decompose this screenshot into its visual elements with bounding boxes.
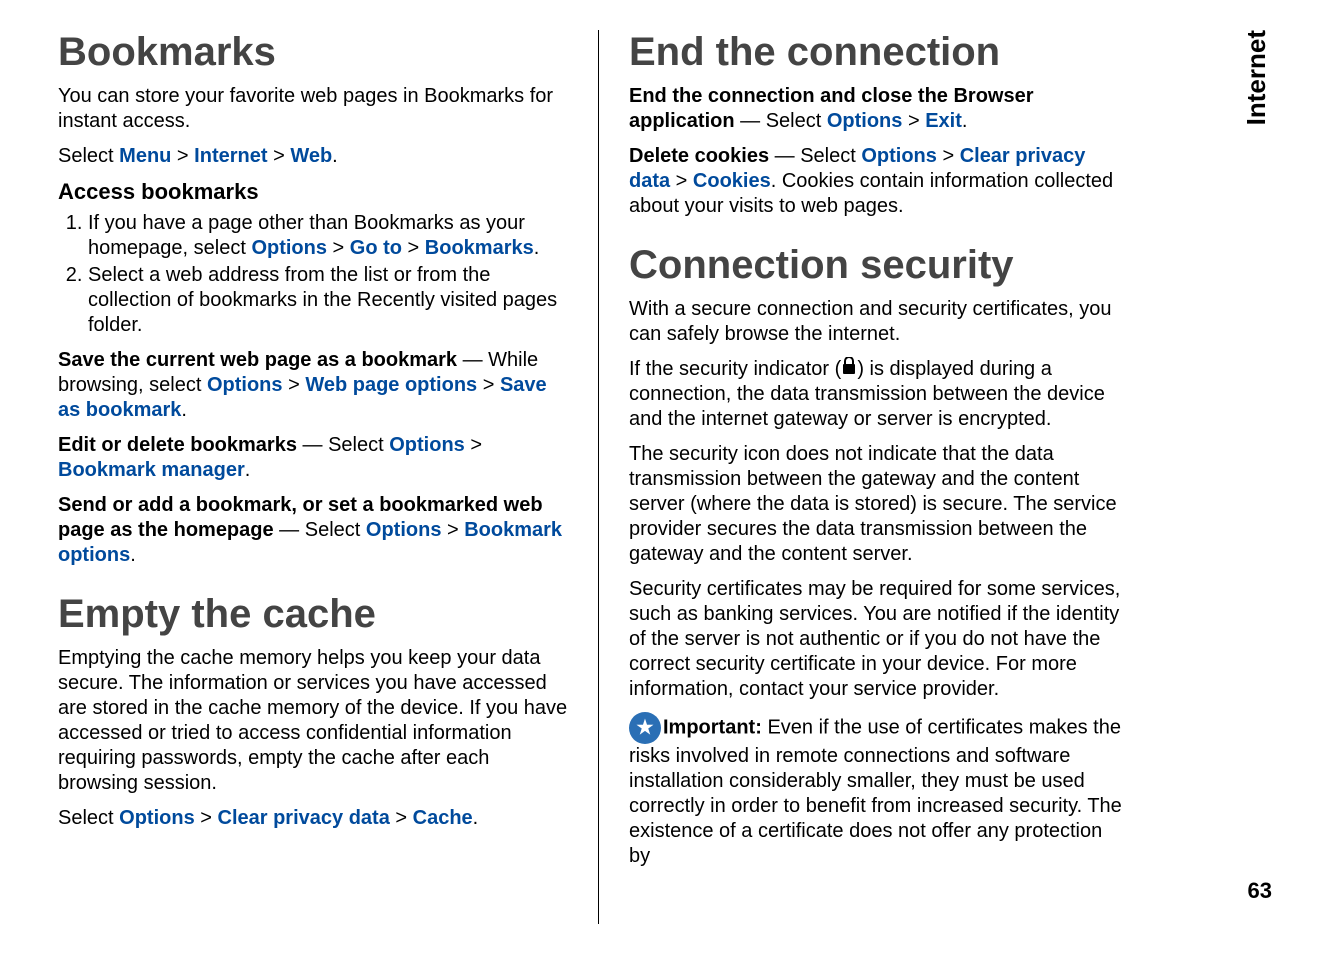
separator: > [465,434,482,456]
label: Delete cookies [629,145,769,167]
separator: > [171,145,194,167]
text: . [181,399,187,421]
delete-cookies-para: Delete cookies — Select Options > Clear … [629,144,1128,219]
text: Select [58,807,119,829]
link-clear-privacy-data: Clear privacy data [218,807,390,829]
separator: > [268,145,291,167]
separator: > [283,374,306,396]
section-tab: Internet [1241,30,1272,125]
text: — Select [735,110,827,132]
page-number: 63 [1248,878,1272,904]
text: . [473,807,479,829]
link-options: Options [861,145,937,167]
link-internet: Internet [194,145,267,167]
list-item: Select a web address from the list or fr… [88,263,568,338]
bookmarks-intro: You can store your favorite web pages in… [58,84,568,134]
text: . [962,110,968,132]
empty-cache-path: Select Options > Clear privacy data > Ca… [58,806,568,831]
link-bookmarks: Bookmarks [425,237,534,259]
separator: > [195,807,218,829]
link-bookmark-manager: Bookmark manager [58,459,245,481]
edit-delete-bookmarks-para: Edit or delete bookmarks — Select Option… [58,433,568,483]
security-icon-note: The security icon does not indicate that… [629,442,1128,567]
link-options: Options [366,519,442,541]
text: — Select [769,145,861,167]
link-options: Options [389,434,465,456]
empty-cache-para: Emptying the cache memory helps you keep… [58,646,568,796]
right-column: End the connection End the connection an… [598,30,1158,924]
list-item: If you have a page other than Bookmarks … [88,211,568,261]
link-options: Options [827,110,903,132]
security-indicator-para: If the security indicator () is displaye… [629,357,1128,432]
link-web: Web [290,145,332,167]
text: — Select [274,519,366,541]
text: Select [58,145,119,167]
page: Bookmarks You can store your favorite we… [0,0,1322,954]
link-options: Options [207,374,283,396]
link-web-page-options: Web page options [305,374,477,396]
subheading-access-bookmarks: Access bookmarks [58,179,568,205]
link-cache: Cache [413,807,473,829]
link-cookies: Cookies [693,170,771,192]
text: . [130,544,136,566]
label: Important: [663,717,762,739]
text: . [245,459,251,481]
separator: > [390,807,413,829]
security-intro: With a secure connection and security ce… [629,297,1128,347]
bookmarks-path: Select Menu > Internet > Web. [58,144,568,169]
left-column: Bookmarks You can store your favorite we… [58,30,598,924]
text: If the security indicator ( [629,358,841,380]
security-certificates-para: Security certificates may be required fo… [629,577,1128,702]
heading-end-connection: End the connection [629,30,1128,74]
heading-connection-security: Connection security [629,243,1128,287]
link-goto: Go to [350,237,402,259]
separator: > [477,374,500,396]
text: . [534,237,540,259]
separator: > [327,237,350,259]
end-connection-para: End the connection and close the Browser… [629,84,1128,134]
access-bookmarks-list: If you have a page other than Bookmarks … [58,211,568,338]
text: — Select [297,434,389,456]
important-icon [629,712,661,744]
send-add-bookmark-para: Send or add a bookmark, or set a bookmar… [58,493,568,568]
save-bookmark-para: Save the current web page as a bookmark … [58,348,568,423]
label: Edit or delete bookmarks [58,434,297,456]
important-para: Important: Even if the use of certificat… [629,712,1128,869]
label: Save the current web page as a bookmark [58,349,457,371]
link-menu: Menu [119,145,171,167]
link-exit: Exit [925,110,962,132]
link-options: Options [119,807,195,829]
text: Even if the use of certificates makes th… [629,717,1122,868]
text: . [332,145,338,167]
separator: > [441,519,464,541]
separator: > [402,237,425,259]
separator: > [937,145,960,167]
heading-bookmarks: Bookmarks [58,30,568,74]
separator: > [670,170,693,192]
separator: > [902,110,925,132]
lock-icon [841,357,857,382]
heading-empty-cache: Empty the cache [58,592,568,636]
link-options: Options [251,237,327,259]
